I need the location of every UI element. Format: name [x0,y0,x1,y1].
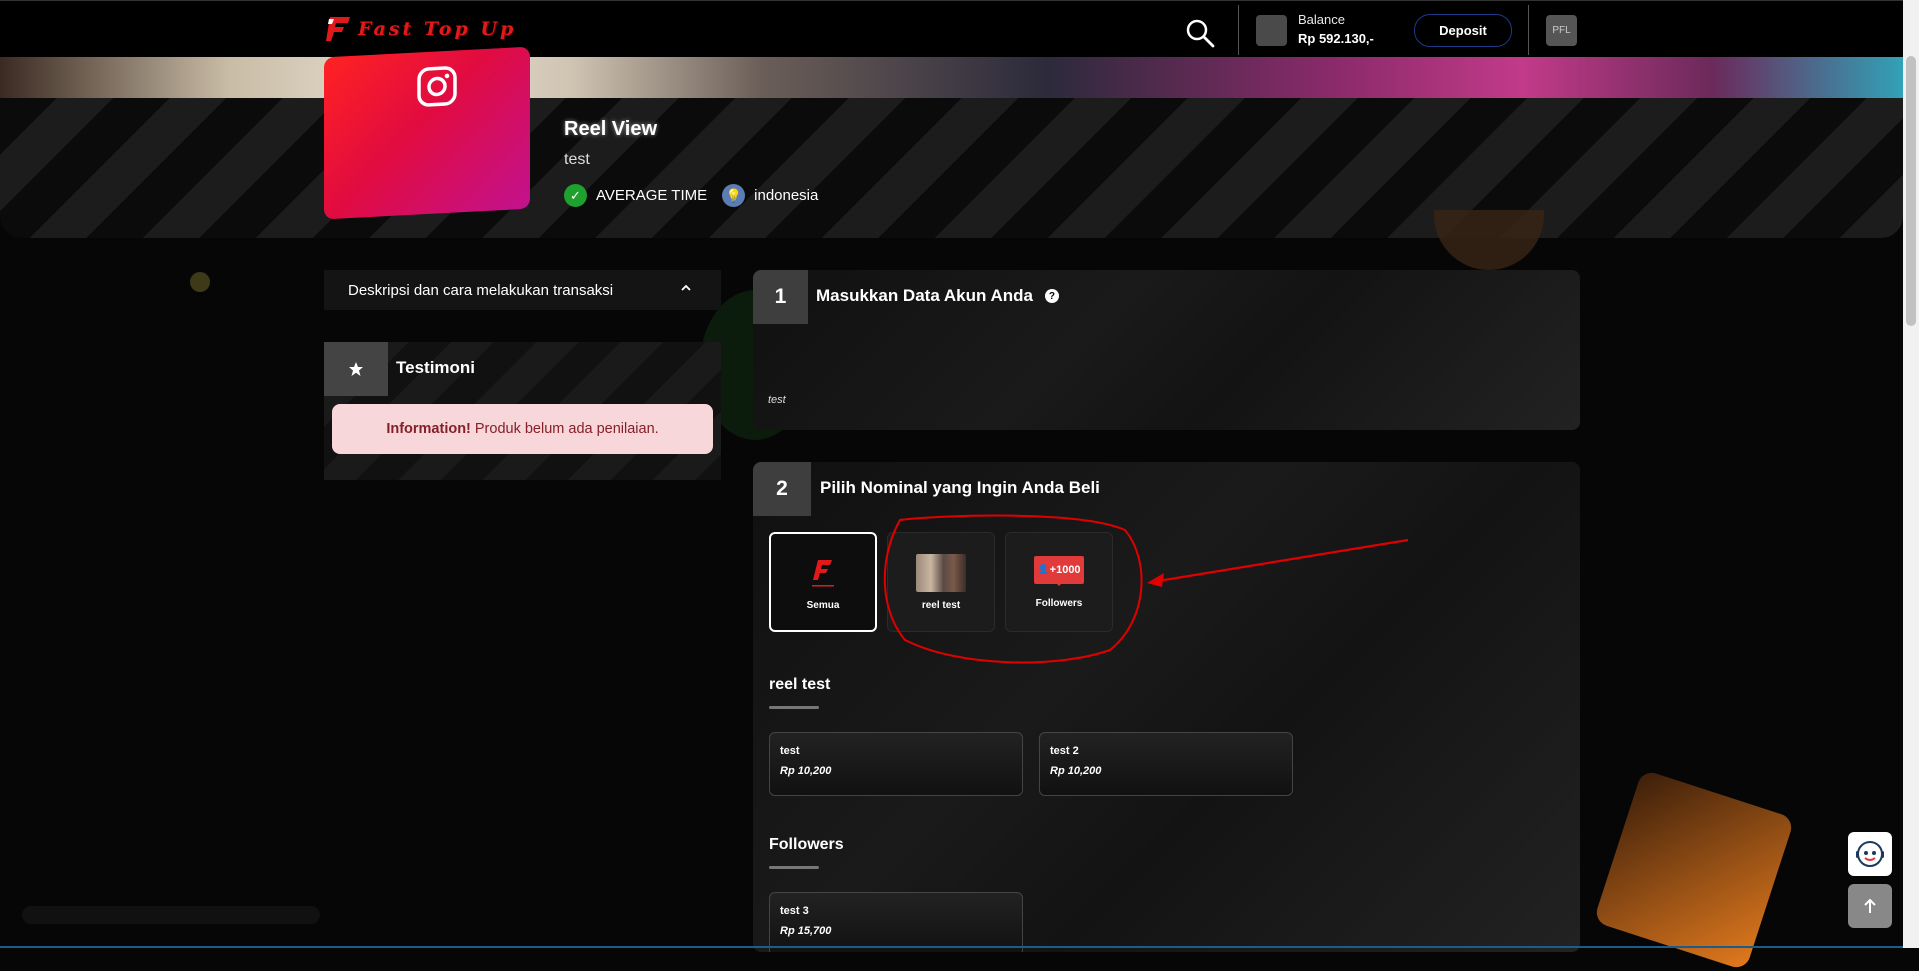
section-underline [769,866,819,869]
description-accordion-toggle[interactable]: Deskripsi dan cara melakukan transaksi [324,270,721,310]
info-alert: Information! Produk belum ada penilaian. [332,404,713,454]
account-data-note: test [768,394,786,406]
item-name: test 3 [780,905,809,917]
item-price: Rp 10,200 [1050,765,1102,777]
logo-mark-icon [326,15,352,43]
user-icon: 👤 [1037,564,1049,574]
top-navbar: Fast Top Up Balance Rp 592.130,- Deposit… [0,0,1903,57]
item-price: Rp 15,700 [780,925,832,937]
instagram-icon [416,64,458,108]
step-number: 1 [753,270,808,324]
average-time-badge: AVERAGE TIME [596,187,708,204]
scroll-to-top-button[interactable] [1848,884,1892,928]
testimoni-title: Testimoni [396,358,476,377]
step-title-text: Pilih Nominal yang Ingin Anda Beli [820,478,1100,497]
step-number: 2 [753,462,811,516]
decorative-shape [1593,769,1795,971]
product-thumbnail [324,46,530,220]
check-icon: ✓ [564,184,587,207]
scrollbar-thumb[interactable] [1906,56,1916,326]
testimoni-card: Testimoni Information! Produk belum ada … [324,342,721,480]
arrow-up-icon [1864,898,1876,913]
logo-mark-icon [798,554,848,592]
nominal-item-card[interactable]: test 2 Rp 10,200 [1039,732,1293,796]
category-label: reel test [921,599,961,611]
step-title: Pilih Nominal yang Ingin Anda Beli [820,478,1100,498]
section-underline [769,706,819,709]
description-toggle-label: Deskripsi dan cara melakukan transaksi [348,281,614,299]
category-tile-semua[interactable]: Semua [769,532,877,632]
decorative-shape [190,272,210,292]
item-price: Rp 10,200 [780,765,832,777]
product-hero [0,98,1903,238]
balance-value: Rp 592.130,- [1298,31,1374,46]
nav-divider [1238,5,1239,55]
category-tile-reel-test[interactable]: reel test [887,532,995,632]
site-logo[interactable]: Fast Top Up [326,14,516,44]
step-1-panel: 1 Masukkan Data Akun Anda ? test [753,270,1580,430]
hero-banner-image [0,56,1903,98]
product-title: Reel View [564,118,658,140]
product-badges: ✓ AVERAGE TIME 💡 indonesia [564,184,818,207]
nav-divider [1528,5,1529,55]
section-title: reel test [769,676,831,693]
star-icon [324,342,388,396]
followers-thumbnail: 👤 +1000 [1034,555,1084,586]
step-title-text: Masukkan Data Akun Anda [816,286,1033,305]
search-icon[interactable] [1184,17,1216,49]
category-thumbnail [916,553,966,592]
alert-strong: Information! [386,421,471,437]
bulb-icon: 💡 [722,184,746,207]
category-tile-followers[interactable]: 👤 +1000 Followers [1005,532,1113,632]
help-icon[interactable]: ? [1044,289,1059,303]
chat-bot-icon [1856,841,1884,867]
decorative-shape [1434,210,1544,270]
step-title: Masukkan Data Akun Anda ? [816,286,1059,306]
region-badge: indonesia [754,187,819,204]
balance-avatar [1256,15,1287,46]
category-label: Semua [806,599,840,611]
deposit-button[interactable]: Deposit [1414,14,1512,47]
chevron-up-icon [681,284,691,291]
chat-bot-button[interactable] [1848,832,1892,876]
item-name: test [780,745,800,757]
balance-label: Balance [1298,12,1345,27]
product-subtitle: test [564,151,590,168]
item-name: test 2 [1050,745,1079,757]
alert-text: Produk belum ada penilaian. [474,421,659,437]
nominal-item-card[interactable]: test 3 Rp 15,700 [769,892,1023,952]
profile-avatar-button[interactable]: PFL [1546,15,1577,46]
nominal-item-card[interactable]: test Rp 10,200 [769,732,1023,796]
category-label: Followers [1035,597,1083,609]
step-2-panel: 2 Pilih Nominal yang Ingin Anda Beli Sem… [753,462,1580,952]
decorative-shape [22,906,320,924]
section-title: Followers [769,836,844,853]
followers-thumb-text: +1000 [1049,563,1081,576]
logo-text: Fast Top Up [358,18,517,40]
